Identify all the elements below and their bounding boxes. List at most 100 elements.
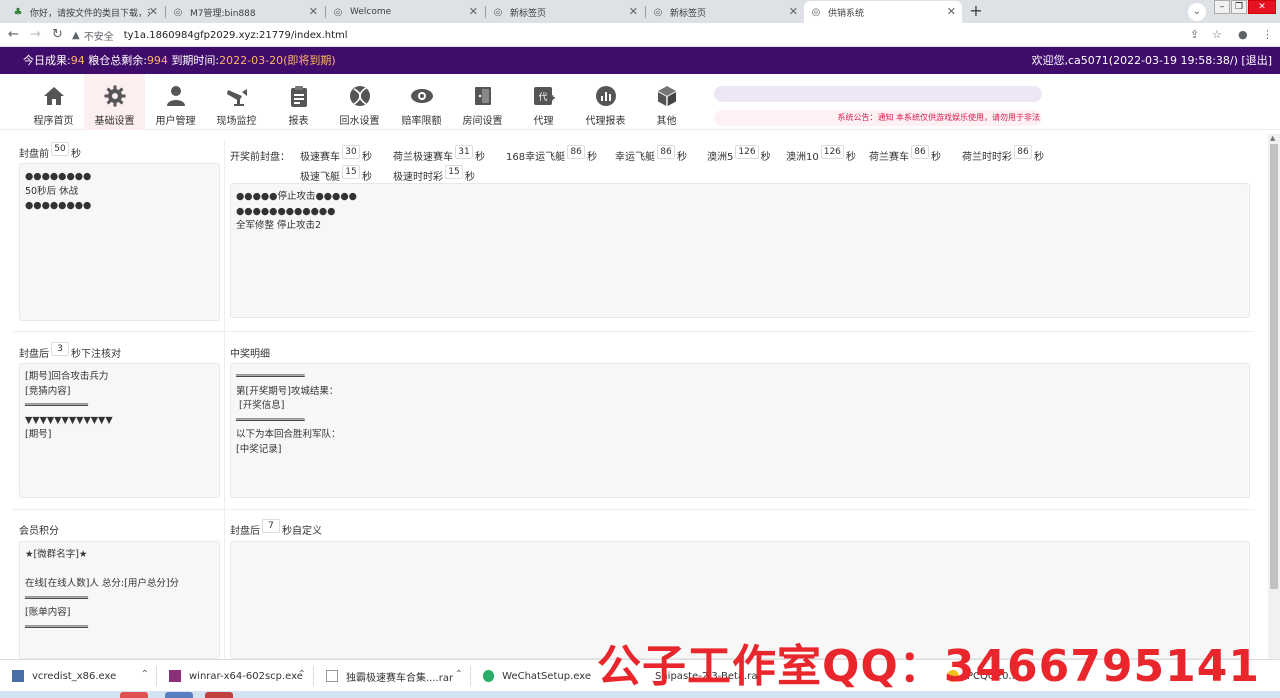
nav-rebate-settings[interactable]: 回水设置: [329, 74, 390, 130]
pre-close-seconds-input[interactable]: 50: [51, 142, 69, 156]
share-icon[interactable]: ⇪: [1190, 28, 1199, 41]
clipboard-icon: [290, 86, 307, 107]
winrar-icon: [169, 670, 181, 682]
close-window-icon[interactable]: ✕: [1248, 0, 1276, 14]
timer-item: 168幸运飞艇 86 秒: [506, 145, 598, 163]
browser-tab[interactable]: ◎ Welcome ✕: [326, 1, 484, 23]
close-icon[interactable]: ✕: [947, 5, 956, 18]
chevron-up-icon[interactable]: ⌃: [455, 669, 463, 680]
close-icon[interactable]: ✕: [789, 5, 798, 18]
warning-icon: ▲: [72, 29, 80, 41]
close-icon[interactable]: ✕: [629, 5, 638, 18]
timer-seconds-input[interactable]: 15: [342, 165, 360, 179]
close-icon[interactable]: ✕: [149, 5, 158, 18]
timer-seconds-input[interactable]: 86: [1014, 145, 1032, 159]
timer-seconds-input[interactable]: 15: [445, 165, 463, 179]
agent-icon: 代: [533, 87, 555, 105]
globe-icon: ◎: [653, 6, 663, 18]
file-icon: [326, 670, 338, 682]
browser-tab[interactable]: ◎ 新标签页 ✕: [646, 1, 804, 23]
nav-odds-limits[interactable]: 赔率限额: [391, 74, 452, 130]
nav-reports[interactable]: 报表: [268, 74, 329, 130]
post-close-check-textarea[interactable]: [期号]回合攻击兵力 [竞猜内容] ═══════════ ▼▼▼▼▼▼▼▼▼▼…: [19, 363, 220, 498]
globe-icon: ◎: [811, 6, 821, 18]
download-item[interactable]: 独霸极速赛车合集....rar ⌃: [314, 660, 469, 692]
browser-tab-strip: ♣ 你好，请按文件的类目下载，对... ✕ ◎ M7管理:bin888 ✕ ◎ …: [0, 0, 1280, 23]
post-close-check-label: 封盘后 3 秒下注核对: [19, 342, 121, 360]
chevron-up-icon[interactable]: ⌃: [298, 669, 306, 680]
profile-icon[interactable]: ●: [1238, 28, 1248, 41]
nav-basic-settings[interactable]: 基础设置: [84, 74, 145, 130]
url-text[interactable]: ty1a.1860984gfp2029.xyz:21779/index.html: [124, 30, 348, 41]
globe-icon: ◎: [493, 6, 503, 18]
member-points-label: 会员积分: [19, 526, 59, 537]
timer-seconds-input[interactable]: 126: [735, 145, 759, 159]
welcome-text[interactable]: 欢迎您,ca5071(2022-03-19 19:58:38/) [退出]: [1032, 47, 1272, 74]
globe-icon: ◎: [173, 6, 183, 18]
page-scrollbar[interactable]: ▲: [1268, 134, 1280, 659]
browser-tab-active[interactable]: ◎ 供销系统 ✕: [804, 1, 962, 23]
restore-icon[interactable]: ❐: [1231, 0, 1247, 14]
bookmark-star-icon[interactable]: ☆: [1212, 28, 1222, 41]
prize-detail-label: 中奖明细: [230, 349, 270, 360]
open-pre-close-label: 开奖前封盘：: [230, 152, 290, 163]
taskbar-app-icon[interactable]: [205, 692, 233, 698]
timer-seconds-input[interactable]: 86: [911, 145, 929, 159]
close-icon[interactable]: ✕: [309, 5, 318, 18]
status-header: 今日成果:94 粮仓总剩余:994 到期时间:2022-03-20(即将到期) …: [0, 47, 1280, 74]
os-taskbar: [0, 691, 1280, 698]
nav-agent-reports[interactable]: 代理报表: [575, 74, 636, 130]
menu-dots-icon[interactable]: ⋮: [1262, 28, 1273, 41]
scroll-up-icon[interactable]: ▲: [1270, 134, 1275, 142]
chevron-up-icon[interactable]: ⌃: [141, 669, 149, 680]
nav-user-management[interactable]: 用户管理: [145, 74, 206, 130]
eye-icon: [410, 89, 433, 103]
post-close-custom-seconds-input[interactable]: 7: [262, 519, 280, 533]
scrollbar-thumb[interactable]: [1270, 144, 1278, 589]
timer-seconds-input[interactable]: 86: [657, 145, 675, 159]
prize-detail-textarea[interactable]: ════════════ 第[开奖期号]攻城结果： [开奖信息] ═══════…: [230, 363, 1250, 498]
ball-icon: [349, 86, 370, 106]
tab-search-icon[interactable]: ⌄: [1188, 3, 1206, 21]
installer-icon: [12, 670, 24, 682]
forward-icon[interactable]: →: [30, 27, 41, 42]
download-item[interactable]: vcredist_x86.exe ⌃: [0, 660, 155, 692]
timer-item: 澳洲5 126 秒: [707, 145, 771, 163]
nav-home[interactable]: 程序首页: [23, 74, 84, 130]
download-item[interactable]: WeChatSetup.exe: [471, 660, 591, 692]
reload-icon[interactable]: ↻: [52, 27, 63, 42]
nav-room-settings[interactable]: 房间设置: [452, 74, 513, 130]
taskbar-app-icon[interactable]: [120, 692, 148, 698]
browser-tab[interactable]: ◎ 新标签页 ✕: [486, 1, 644, 23]
omnibox[interactable]: ▲ 不安全 ty1a.1860984gfp2029.xyz:21779/inde…: [72, 26, 1202, 44]
door-icon: [474, 87, 491, 105]
timer-item: 幸运飞艇 86 秒: [615, 145, 687, 163]
close-icon[interactable]: ✕: [469, 5, 478, 18]
browser-tab[interactable]: ♣ 你好，请按文件的类目下载，对... ✕: [6, 1, 164, 23]
nav-agent[interactable]: 代 代理: [513, 74, 574, 130]
open-pre-close-textarea[interactable]: ●●●●●停止攻击●●●●● ●●●●●●●●●●●● 全军修整 停止攻击2: [230, 183, 1250, 318]
box-icon: [657, 86, 676, 106]
timer-seconds-input[interactable]: 86: [567, 145, 586, 159]
timer-seconds-input[interactable]: 31: [455, 145, 473, 159]
pre-close-textarea[interactable]: ●●●●●●●● 50秒后 休战 ●●●●●●●●: [19, 163, 220, 321]
taskbar-app-icon[interactable]: [165, 692, 193, 698]
minimize-icon[interactable]: –: [1214, 0, 1230, 14]
new-tab-button[interactable]: +: [966, 3, 986, 21]
status-summary: 今日成果:94 粮仓总剩余:994 到期时间:2022-03-20(即将到期): [23, 54, 336, 67]
download-item[interactable]: winrar-x64-602scp.exe ⌃: [157, 660, 312, 692]
post-close-check-seconds-input[interactable]: 3: [51, 342, 69, 356]
member-points-textarea[interactable]: ★[微群名字]★ 在线[在线人数]人 总分:[用户总分]分 ══════════…: [19, 541, 220, 659]
timer-item: 荷兰赛车 86 秒: [869, 145, 941, 163]
browser-tab[interactable]: ◎ M7管理:bin888 ✕: [166, 1, 324, 23]
nav-live-monitor[interactable]: 现场监控: [206, 74, 267, 130]
pre-close-label: 封盘前 50 秒: [19, 142, 81, 160]
timer-item: 荷兰极速赛车 31 秒: [393, 145, 485, 163]
watermark-text: 公子工作室QQ：3466795141: [597, 641, 1260, 692]
timer-seconds-input[interactable]: 30: [342, 145, 360, 159]
row-divider: [12, 331, 1254, 332]
timer-seconds-input[interactable]: 126: [820, 145, 844, 159]
back-icon[interactable]: ←: [8, 27, 19, 42]
nav-other[interactable]: 其他: [636, 74, 697, 130]
timer-item: 极速赛车 30 秒: [300, 145, 372, 163]
